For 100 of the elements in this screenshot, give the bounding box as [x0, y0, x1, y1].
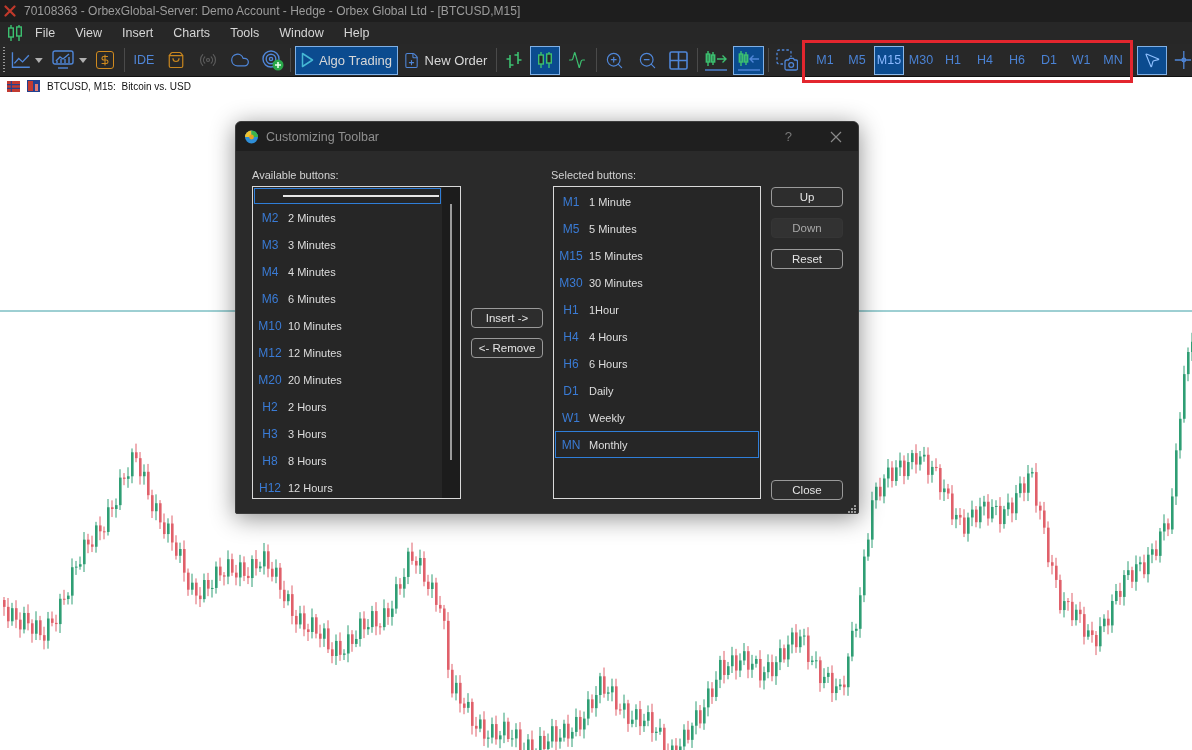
timeframe-code: W1 — [561, 410, 581, 425]
item-label: 3 Minutes — [288, 238, 336, 251]
timeframe-button[interactable]: M1 — [810, 45, 840, 75]
timeframe-code: M10 — [257, 318, 283, 333]
list-item[interactable]: H4 4 Hours — [555, 323, 759, 350]
list-item[interactable]: M20 20 Minutes — [254, 366, 441, 393]
list-item[interactable]: M10 10 Minutes — [254, 312, 441, 339]
list-item[interactable]: H1 1Hour — [555, 296, 759, 323]
list-item[interactable]: H3 3 Hours — [254, 420, 441, 447]
item-label: 15 Minutes — [589, 249, 643, 262]
drag-handle[interactable] — [3, 47, 5, 73]
list-item[interactable]: M15 15 Minutes — [555, 242, 759, 269]
item-label: 6 Hours — [589, 357, 628, 370]
list-item[interactable]: M3 3 Minutes — [254, 231, 441, 258]
menu-item[interactable]: File — [35, 26, 56, 40]
close-dialog-button[interactable]: Close — [771, 480, 843, 500]
list-item[interactable]: M6 6 Minutes — [254, 285, 441, 312]
timeframe-code: H3 — [261, 426, 279, 441]
grid-icon — [669, 50, 688, 70]
candles-arrow-right-icon — [703, 49, 728, 71]
menu-item[interactable]: Insert — [122, 26, 154, 40]
timeframe-code: M3 — [260, 237, 280, 252]
item-label: 3 Hours — [288, 427, 327, 440]
timeframe-code: M30 — [558, 275, 584, 290]
cursor-icon — [1143, 51, 1161, 69]
timeframe-code: M15 — [558, 248, 584, 263]
play-icon — [301, 52, 314, 68]
list-item[interactable]: M1 1 Minute — [555, 188, 759, 215]
item-label: 4 Minutes — [288, 265, 336, 278]
window-title: 70108363 - OrbexGlobal-Server: Demo Account - Hedge - Orbex Global Ltd - [BTCUSD,M15] — [24, 4, 521, 18]
timeframe-code: H8 — [261, 453, 279, 468]
list-item[interactable]: H2 2 Hours — [254, 393, 441, 420]
file-plus-icon — [402, 51, 420, 69]
list-item[interactable]: H12 12 Hours — [254, 474, 441, 498]
timeframe-button[interactable]: M30 — [906, 45, 936, 75]
bar-chart-icon — [27, 80, 40, 92]
dialog-button[interactable]: <- Remove — [471, 338, 543, 358]
timeframe-code: H12 — [258, 480, 282, 495]
timeframe-button[interactable]: H4 — [970, 45, 1000, 75]
item-label: 10 Minutes — [288, 319, 342, 332]
candlestick-button[interactable] — [530, 45, 560, 75]
help-button[interactable]: ? — [780, 129, 796, 144]
menu-item[interactable]: Help — [343, 26, 370, 40]
timeframe-button[interactable]: D1 — [1034, 45, 1064, 75]
cursor-button[interactable] — [1137, 45, 1167, 75]
list-item[interactable]: MN Monthly — [555, 431, 759, 458]
timeframe-code: H2 — [261, 399, 279, 414]
timeframe-code: M12 — [257, 345, 283, 360]
timeframe-button[interactable]: M5 — [842, 45, 872, 75]
menu-item[interactable]: Charts — [173, 26, 211, 40]
timeframe-button[interactable]: H6 — [1002, 45, 1032, 75]
item-label: 8 Hours — [288, 454, 327, 467]
caret-icon — [78, 57, 87, 63]
scrollbar[interactable] — [442, 187, 460, 498]
caret-icon — [35, 57, 43, 63]
list-item[interactable]: M4 4 Minutes — [254, 258, 441, 285]
menu-item[interactable]: View — [75, 26, 103, 40]
list-item[interactable]: H8 8 Hours — [254, 447, 441, 474]
list-item[interactable]: W1 Weekly — [555, 404, 759, 431]
list-item[interactable]: M30 30 Minutes — [555, 269, 759, 296]
timeframe-button[interactable]: W1 — [1066, 45, 1096, 75]
dialog-button[interactable]: Reset — [771, 249, 843, 269]
dialog-button[interactable]: Insert -> — [471, 308, 543, 328]
separator-item[interactable] — [254, 188, 441, 204]
timeframe-code: M1 — [561, 194, 581, 209]
item-label: Monthly — [589, 438, 628, 451]
chart-caption: BTCUSD, M15: Bitcoin vs. USD — [47, 80, 191, 92]
list-item[interactable]: M5 5 Minutes — [555, 215, 759, 242]
timeframe-button[interactable]: H1 — [938, 45, 968, 75]
timeframe-button[interactable]: M15 — [874, 45, 904, 75]
zoom-out-icon — [637, 50, 657, 70]
item-label: 6 Minutes — [288, 292, 336, 305]
item-label: 1Hour — [589, 303, 619, 316]
menu-item[interactable]: Tools — [230, 26, 260, 40]
timeframe-code: H6 — [562, 356, 580, 371]
dialog-title: Customizing Toolbar — [266, 129, 380, 144]
monitor-chart-icon — [51, 50, 74, 70]
item-label: 2 Minutes — [288, 211, 336, 224]
item-label: 1 Minute — [589, 195, 632, 208]
dollar-icon — [96, 51, 114, 69]
pulse-line-icon — [568, 51, 586, 69]
list-item[interactable]: D1 Daily — [555, 377, 759, 404]
menu-item[interactable]: Window — [279, 26, 324, 40]
crosshair-icon — [1173, 49, 1191, 71]
target-plus-icon — [261, 49, 284, 71]
new-order-button[interactable]: New Order — [400, 45, 490, 75]
algo-trading-button[interactable]: Algo Trading — [295, 45, 398, 75]
timeframe-code: MN — [560, 437, 582, 452]
app-logo-icon — [244, 129, 259, 144]
timeframe-button[interactable]: MN — [1098, 45, 1128, 75]
list-item[interactable]: M12 12 Minutes — [254, 339, 441, 366]
line-chart-icon — [11, 51, 31, 69]
zoom-in-icon — [604, 50, 624, 70]
dialog-button[interactable]: Up — [771, 187, 843, 207]
ide-button[interactable]: IDE — [130, 45, 158, 75]
list-item[interactable]: M2 2 Minutes — [254, 204, 441, 231]
table-icon — [7, 80, 20, 92]
list-item[interactable]: H6 6 Hours — [555, 350, 759, 377]
timeframe-code: H4 — [562, 329, 580, 344]
auto-scroll-button[interactable] — [733, 45, 764, 75]
